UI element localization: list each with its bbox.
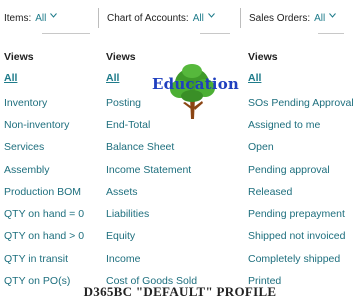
chart-of-accounts-filter-value[interactable]: All	[193, 13, 204, 24]
chevron-down-icon[interactable]	[329, 12, 337, 20]
view-link[interactable]: Assigned to me	[248, 118, 320, 132]
tree-icon	[170, 64, 215, 119]
items-filter-label: Items:	[4, 12, 32, 24]
views-heading: Views	[248, 51, 278, 63]
view-link[interactable]: Inventory	[4, 96, 47, 110]
items-views-column: Views All Inventory Non-inventory Servic…	[4, 50, 116, 287]
view-link[interactable]: SOs Pending Approval	[248, 96, 354, 110]
items-filter-value[interactable]: All	[35, 13, 46, 24]
view-link[interactable]: QTY in transit	[4, 252, 68, 266]
view-link[interactable]: Assembly	[4, 163, 50, 177]
view-link[interactable]: All	[248, 71, 261, 85]
chart-of-accounts-filter[interactable]: Chart of Accounts: All	[107, 11, 215, 25]
view-link[interactable]: Posting	[106, 96, 141, 110]
view-link[interactable]: End-Total	[106, 118, 150, 132]
view-link[interactable]: Balance Sheet	[106, 140, 174, 154]
view-link[interactable]: Non-inventory	[4, 118, 69, 132]
sales-orders-views-column: Views All SOs Pending Approval Assigned …	[248, 50, 360, 287]
view-link[interactable]: Open	[248, 140, 274, 154]
filter-divider	[98, 8, 99, 28]
view-link[interactable]: Income Statement	[106, 163, 191, 177]
view-link[interactable]: Shipped not invoiced	[248, 229, 346, 243]
sales-orders-filter-value[interactable]: All	[314, 13, 325, 24]
view-link[interactable]: QTY on hand = 0	[4, 207, 84, 221]
view-link[interactable]: Liabilities	[106, 207, 149, 221]
chevron-down-icon[interactable]	[207, 12, 215, 20]
view-link[interactable]: Released	[248, 185, 292, 199]
filter-underline	[200, 33, 230, 34]
chevron-down-icon[interactable]	[50, 12, 58, 20]
view-link[interactable]: Assets	[106, 185, 138, 199]
views-heading: Views	[4, 51, 34, 63]
views-heading: Views	[106, 51, 136, 63]
view-link[interactable]: Completely shipped	[248, 252, 340, 266]
sales-orders-filter[interactable]: Sales Orders: All	[249, 11, 337, 25]
view-link[interactable]: QTY on hand > 0	[4, 229, 84, 243]
watermark-text: Education	[152, 75, 240, 93]
sales-orders-filter-label: Sales Orders:	[249, 12, 311, 24]
view-link[interactable]: All	[106, 71, 119, 85]
filter-underline	[42, 33, 90, 34]
chart-of-accounts-views-column: Views All Posting End-Total Balance Shee…	[106, 50, 218, 287]
filter-bar: Items: All Chart of Accounts: All Sales …	[0, 0, 360, 36]
filter-divider	[240, 8, 241, 28]
profile-caption: D365BC "DEFAULT" PROFILE	[83, 284, 277, 299]
view-link[interactable]: Income	[106, 252, 140, 266]
items-filter[interactable]: Items: All	[4, 11, 58, 25]
view-link[interactable]: Equity	[106, 229, 135, 243]
view-link[interactable]: Production BOM	[4, 185, 81, 199]
education-watermark: Education	[152, 63, 240, 123]
view-link[interactable]: Services	[4, 140, 44, 154]
view-link[interactable]: Pending approval	[248, 163, 330, 177]
filter-underline	[318, 33, 344, 34]
view-link[interactable]: Pending prepayment	[248, 207, 345, 221]
chart-of-accounts-filter-label: Chart of Accounts:	[107, 12, 189, 24]
view-link[interactable]: All	[4, 71, 17, 85]
